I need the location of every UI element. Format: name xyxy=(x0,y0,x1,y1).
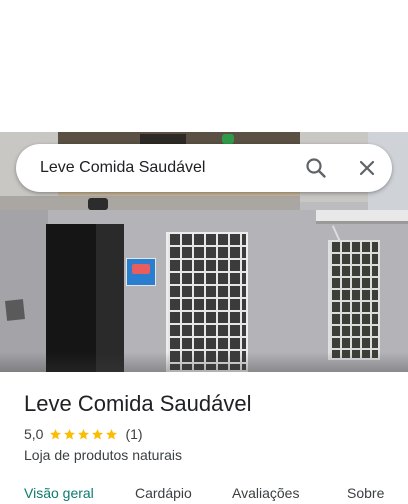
review-count[interactable]: (1) xyxy=(125,426,142,442)
star-icon xyxy=(106,428,118,439)
rating-stars xyxy=(49,428,119,441)
star-icon xyxy=(92,428,104,439)
search-input[interactable]: Leve Comida Saudável xyxy=(40,158,205,178)
place-title: Leve Comida Saudável xyxy=(24,391,252,416)
close-icon[interactable] xyxy=(353,154,381,182)
star-icon xyxy=(50,428,62,439)
tab-menu[interactable]: Cardápio xyxy=(135,484,192,502)
star-icon xyxy=(64,428,76,439)
tab-reviews[interactable]: Avaliações xyxy=(232,484,299,502)
tab-overview[interactable]: Visão geral xyxy=(24,484,94,502)
rating-value: 5,0 xyxy=(24,426,44,442)
map-blank-area xyxy=(0,0,408,132)
tab-about[interactable]: Sobre xyxy=(347,484,384,502)
place-tabs: Visão geral Cardápio Avaliações Sobre xyxy=(0,484,408,504)
search-bar[interactable]: Leve Comida Saudável xyxy=(16,144,392,192)
rating-row[interactable]: 5,0 (1) xyxy=(24,425,143,443)
place-info-panel: Leve Comida Saudável 5,0 (1) Loja de pro… xyxy=(0,372,408,504)
place-category[interactable]: Loja de produtos naturais xyxy=(24,446,182,464)
star-icon xyxy=(78,428,90,439)
search-icon[interactable] xyxy=(302,154,330,182)
